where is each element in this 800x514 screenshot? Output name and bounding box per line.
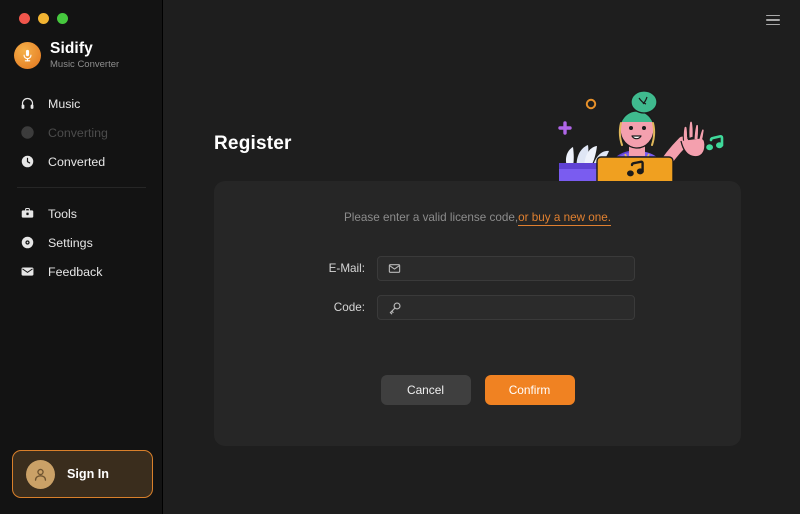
page-title: Register xyxy=(214,133,292,154)
maximize-button[interactable] xyxy=(57,13,68,24)
person-waving-at-laptop-illustration xyxy=(543,78,743,188)
confirm-button[interactable]: Confirm xyxy=(484,375,575,405)
headphones-icon xyxy=(19,96,35,112)
sidebar-item-label: Feedback xyxy=(48,264,103,279)
sidebar-item-label: Music xyxy=(48,96,81,111)
license-hint-text: Please enter a valid license code, xyxy=(343,211,519,224)
code-label: Code: xyxy=(333,301,365,314)
person-icon xyxy=(26,459,55,489)
window-controls xyxy=(0,0,162,24)
sidebar-item-converted[interactable]: Converted xyxy=(0,147,162,176)
waving-hand xyxy=(680,120,706,158)
sidebar: Sidify Music Converter Music Converting … xyxy=(0,0,163,514)
sign-in-button[interactable]: Sign In xyxy=(12,450,153,498)
laptop-music-note xyxy=(627,160,644,177)
email-input[interactable] xyxy=(403,257,634,280)
sidebar-item-feedback[interactable]: Feedback xyxy=(0,257,162,286)
code-input[interactable] xyxy=(403,296,634,319)
gear-icon xyxy=(19,235,35,251)
sparkle-purple-plus xyxy=(558,121,572,135)
sidebar-item-label: Converting xyxy=(48,125,108,140)
sidebar-item-label: Converted xyxy=(48,154,106,169)
sidebar-divider xyxy=(17,187,146,189)
close-button[interactable] xyxy=(19,13,30,24)
email-field[interactable] xyxy=(377,256,635,281)
envelope-icon xyxy=(19,264,35,280)
toolbox-icon xyxy=(19,206,35,222)
sidebar-item-tools[interactable]: Tools xyxy=(0,199,162,228)
sidebar-item-label: Settings xyxy=(48,235,93,250)
sparkle-orange-dot xyxy=(585,98,597,110)
sidebar-item-converting[interactable]: Converting xyxy=(0,118,162,147)
sidebar-nav-primary: Music Converting Converted xyxy=(0,89,162,176)
register-card: Please enter a valid license code,or buy… xyxy=(214,181,741,446)
card-actions: Cancel Confirm xyxy=(214,375,741,405)
key-icon xyxy=(386,299,403,316)
sidebar-item-music[interactable]: Music xyxy=(0,89,162,118)
cancel-button[interactable]: Cancel xyxy=(380,375,471,405)
buy-license-link[interactable]: or buy a new one. xyxy=(518,211,612,226)
brand-name: Sidify xyxy=(50,40,93,57)
brand-subtitle: Music Converter xyxy=(50,59,120,71)
email-label: E-Mail: xyxy=(328,262,365,275)
email-field-row: E-Mail: xyxy=(214,256,741,281)
app-window: Sidify Music Converter Music Converting … xyxy=(0,0,800,514)
fan-shape xyxy=(565,145,609,170)
sidebar-item-settings[interactable]: Settings xyxy=(0,228,162,257)
clock-icon xyxy=(19,154,35,170)
code-field[interactable] xyxy=(377,295,635,320)
brand: Sidify Music Converter xyxy=(0,24,162,70)
sign-in-label: Sign In xyxy=(67,467,109,481)
license-hint: Please enter a valid license code,or buy… xyxy=(214,211,741,226)
sidebar-nav-secondary: Tools Settings Feedback xyxy=(0,199,162,286)
converting-icon xyxy=(19,125,35,141)
envelope-icon xyxy=(386,260,403,277)
main-content: Register Please enter a valid license co… xyxy=(163,0,800,514)
hamburger-icon[interactable] xyxy=(766,11,786,29)
music-note-green xyxy=(706,135,724,151)
minimize-button[interactable] xyxy=(38,13,49,24)
microphone-icon xyxy=(14,41,41,69)
sidebar-item-label: Tools xyxy=(48,206,77,221)
code-field-row: Code: xyxy=(214,295,741,320)
